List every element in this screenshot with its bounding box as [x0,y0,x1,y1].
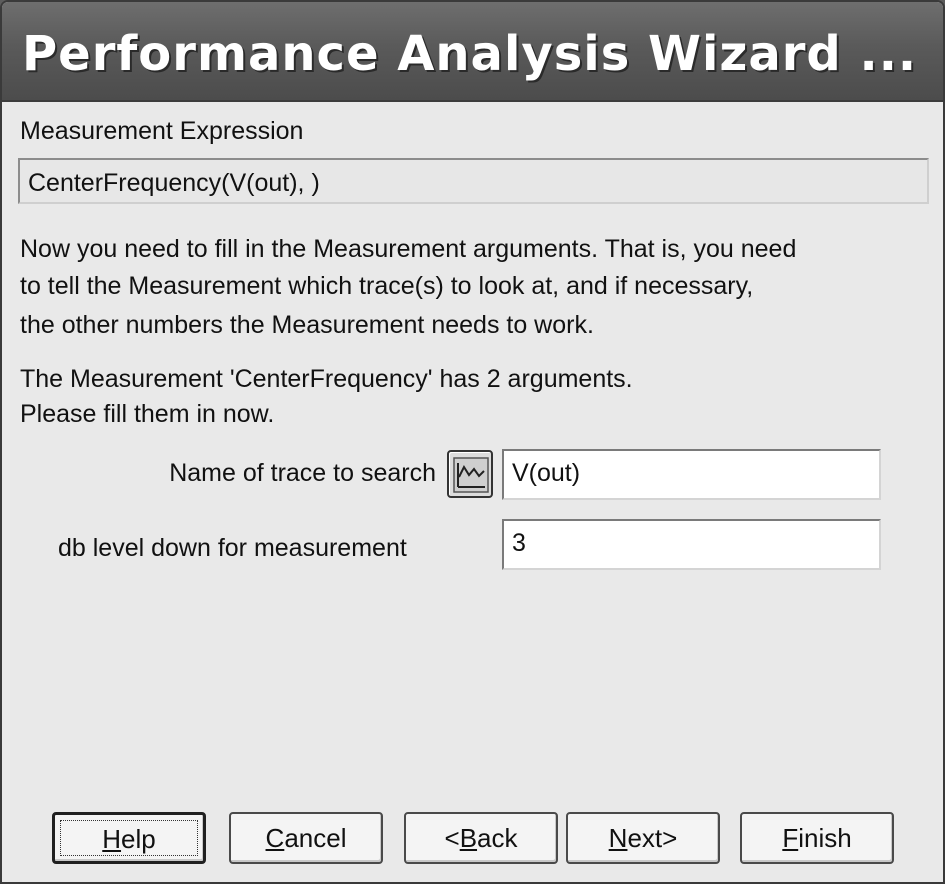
back-button[interactable]: <Back [404,812,558,864]
title-bar[interactable]: Performance Analysis Wizard ... [2,2,943,102]
wizard-window: Performance Analysis Wizard ... Measurem… [0,0,945,884]
expression-display: CenterFrequency(V(out), ) [18,158,929,204]
argument-info-line-1: The Measurement 'CenterFrequency' has 2 … [20,365,633,393]
trace-name-value: V(out) [512,459,581,487]
trace-name-label: Name of trace to search [169,459,436,487]
instruction-line-2: to tell the Measurement which trace(s) t… [20,272,754,300]
expression-label: Measurement Expression [20,117,304,145]
db-level-label: db level down for measurement [58,534,407,562]
instruction-line-3: the other numbers the Measurement needs … [20,311,594,339]
instruction-line-1: Now you need to fill in the Measurement … [20,235,797,263]
trace-browse-button[interactable] [447,450,493,498]
db-level-value: 3 [512,529,526,557]
cancel-button[interactable]: Cancel [229,812,383,864]
help-button[interactable]: Help [52,812,206,864]
argument-info-line-2: Please fill them in now. [20,400,275,428]
expression-value: CenterFrequency(V(out), ) [28,169,320,197]
window-title: Performance Analysis Wizard ... [22,26,918,82]
finish-button[interactable]: Finish [740,812,894,864]
trace-browse-icon [453,457,489,493]
db-level-input[interactable]: 3 [502,519,881,570]
next-button[interactable]: Next> [566,812,720,864]
trace-name-input[interactable]: V(out) [502,449,881,500]
